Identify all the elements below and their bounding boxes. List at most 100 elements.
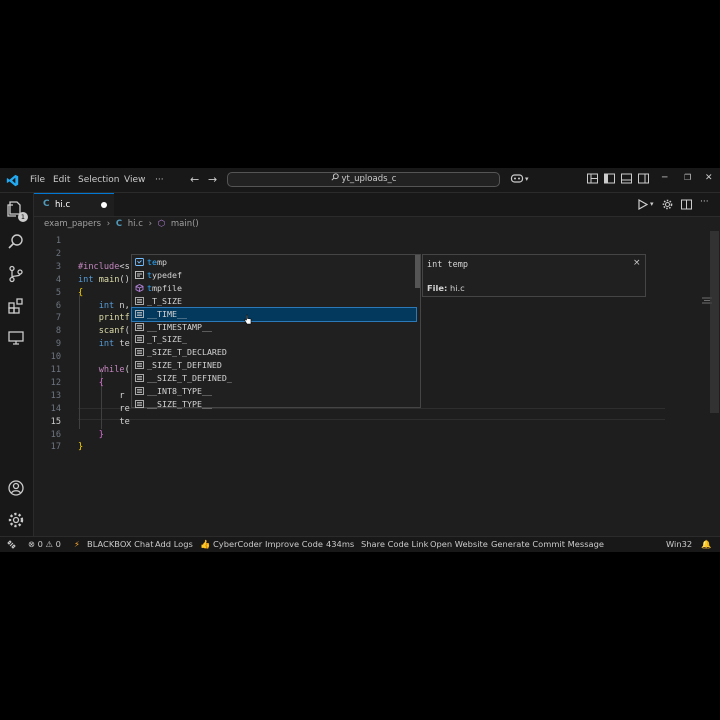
generate-commit-message-button[interactable]: Generate Commit Message [491,539,604,549]
symbol-method-icon: ⬡ [157,219,166,229]
line-number: 4 [55,274,61,285]
editor-tab-bar: C hi.c ▾ ··· [34,193,720,217]
suggestion-item[interactable]: typedef [132,269,416,282]
improve-code-button[interactable]: Improve Code [265,539,323,549]
command-center-search[interactable]: yt_uploads_c [227,172,500,187]
settings-gear-icon[interactable] [662,199,673,210]
explorer-badge: 1 [18,212,28,222]
menu-edit[interactable]: Edit [53,175,70,185]
line-number: 8 [55,326,61,337]
toggle-secondary-sidebar-icon[interactable] [638,173,649,184]
breadcrumb-folder[interactable]: exam_papers [44,219,101,229]
copilot-icon[interactable] [510,173,524,184]
editor-scrollbar[interactable] [710,231,719,413]
extensions-icon[interactable] [7,297,25,315]
cybercoder-button[interactable]: CyberCoder [213,539,262,549]
breadcrumb-file[interactable]: hi.c [128,219,143,229]
suggestion-doc: File: hi.c [427,283,465,293]
run-dropdown-icon[interactable]: ▾ [650,200,654,208]
workspace-name: yt_uploads_c [341,174,397,184]
suggestion-item[interactable]: _T_SIZE [132,295,416,308]
code-line[interactable]: } [78,442,83,452]
line-number: 1 [55,236,61,246]
code-line[interactable]: printf [78,313,130,323]
menu-view[interactable]: View [124,175,145,185]
suggestion-item[interactable]: tmpfile [132,282,416,295]
menu-file[interactable]: File [30,175,45,185]
breadcrumb: exam_papers › C hi.c › ⬡ main() [44,219,202,231]
code-line[interactable]: int n, [78,301,130,311]
restore-icon[interactable]: ❐ [684,173,691,182]
close-icon[interactable]: × [633,258,641,268]
menu-more[interactable]: ··· [155,175,164,185]
c-file-icon: C [115,219,123,229]
code-line[interactable]: int te [78,339,130,349]
file-value: hi.c [449,283,465,293]
forward-arrow-icon[interactable]: → [208,173,217,186]
code-line[interactable]: re [78,404,129,414]
suggestion-label: __TIMESTAMP__ [147,321,212,332]
blackbox-chat-button[interactable]: BLACKBOX Chat [87,539,154,549]
suggestion-item[interactable]: __INT8_TYPE__ [132,385,416,398]
code-line[interactable]: } [78,430,104,440]
suggestion-details: int temp × File: hi.c [422,254,646,297]
source-control-icon[interactable] [7,265,25,283]
suggestion-label: _T_SIZE [147,295,182,306]
back-arrow-icon[interactable]: ← [190,173,199,186]
code-line[interactable]: r [78,391,124,401]
text-icon [135,348,144,357]
close-window-icon[interactable]: ✕ [705,173,713,183]
code-line[interactable]: while( [78,365,130,375]
code-line[interactable]: scanf( [78,326,130,336]
code-line[interactable]: #include<s [78,262,130,272]
line-number: 15 [50,416,61,427]
search-icon[interactable] [7,233,25,251]
code-line[interactable]: int main() [78,275,130,285]
breadcrumb-symbol[interactable]: main() [171,219,199,229]
suggestion-item[interactable]: __SIZE_TYPE__ [132,398,416,411]
suggestion-label: temp [147,257,167,267]
code-line[interactable]: { [78,288,83,298]
suggestion-list[interactable]: temp typedef tmpfile _T_SIZE __TIME__ __TIMES… [131,254,421,411]
more-actions-icon[interactable]: ··· [700,197,709,207]
code-line[interactable]: { [78,378,104,388]
toggle-panel-icon[interactable] [621,173,632,184]
hand-pointer-icon [244,314,252,325]
menu-selection[interactable]: Selection [78,175,119,185]
gear-icon[interactable] [7,511,25,529]
open-website-button[interactable]: Open Website [430,539,488,549]
text-icon [135,399,144,408]
suggestion-item[interactable]: _SIZE_T_DECLARED [132,346,416,359]
suggestion-label: typedef [147,269,182,280]
suggestion-item[interactable]: __TIME__ [131,306,417,322]
share-code-link-button[interactable]: Share Code Link [361,539,428,549]
platform-status[interactable]: Win32 [666,539,692,549]
line-number: 5 [55,287,61,298]
suggestion-item[interactable]: _T_SIZE_ [132,333,416,346]
suggestion-label: _SIZE_T_DEFINED [147,360,222,371]
run-icon[interactable] [637,199,648,210]
toggle-primary-sidebar-icon[interactable] [604,173,615,184]
accounts-icon[interactable] [7,479,25,497]
suggestion-item[interactable]: temp [132,256,416,269]
remote-icon[interactable] [7,540,16,549]
remote-explorer-icon[interactable] [7,329,25,347]
vscode-window: File Edit Selection View ··· ← → yt_uplo… [0,168,720,552]
minimize-icon[interactable]: ─ [662,173,667,183]
suggestion-item[interactable]: __TIMESTAMP__ [132,321,416,334]
add-logs-button[interactable]: Add Logs [155,539,193,549]
notifications-bell-icon[interactable]: 🔔 [701,539,711,550]
customize-layout-icon[interactable] [587,173,598,184]
copilot-dropdown-icon[interactable]: ▾ [525,175,529,183]
line-number: 3 [55,261,61,272]
timing-status: 434ms [326,539,355,549]
suggestion-item[interactable]: _SIZE_T_DEFINED [132,359,416,372]
split-editor-icon[interactable] [681,199,692,210]
problems-status[interactable]: ⊗ 0 ⚠ 0 [28,539,61,549]
text-icon [135,335,144,344]
code-line[interactable]: te [78,417,129,427]
suggestion-item[interactable]: __SIZE_T_DEFINED_ [132,372,416,385]
tab-hi-c[interactable]: C hi.c [34,193,114,216]
text-icon [135,361,144,370]
unsaved-dot-icon[interactable] [101,202,107,208]
